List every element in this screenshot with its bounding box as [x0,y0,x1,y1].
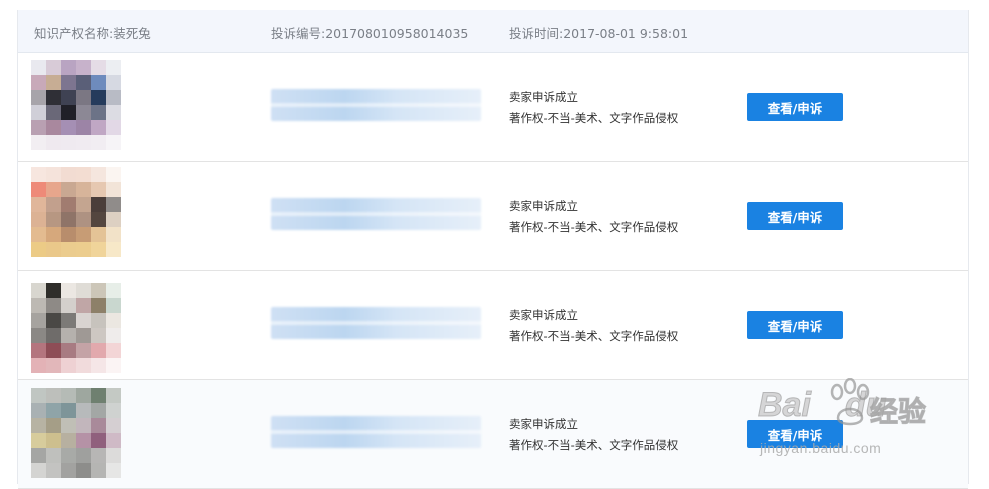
blurred-product-title [271,307,481,339]
complaint-number-label: 投诉编号:201708010958014035 [271,26,469,41]
blurred-product-title [271,416,481,448]
view-appeal-button[interactable]: 查看/申诉 [747,420,843,448]
product-thumbnail[interactable] [31,167,121,257]
complaint-time-label: 投诉时间:2017-08-01 9:58:01 [509,26,689,41]
view-appeal-button[interactable]: 查看/申诉 [747,93,843,121]
complaint-type: 著作权-不当-美术、文字作品侵权 [509,438,679,452]
table-row: 卖家申诉成立 著作权-不当-美术、文字作品侵权 查看/申诉 [18,162,968,271]
product-thumbnail[interactable] [31,60,121,150]
table-row: 卖家申诉成立 著作权-不当-美术、文字作品侵权 查看/申诉 [18,53,968,162]
ip-name-label: 知识产权名称:装死兔 [34,26,151,41]
complaint-status: 卖家申诉成立 [509,417,578,431]
complaint-type: 著作权-不当-美术、文字作品侵权 [509,329,679,343]
complaint-status: 卖家申诉成立 [509,199,578,213]
product-thumbnail[interactable] [31,283,121,373]
complaint-list-panel: 知识产权名称:装死兔 投诉编号:201708010958014035 投诉时间:… [17,10,969,489]
table-row: 卖家申诉成立 著作权-不当-美术、文字作品侵权 查看/申诉 [18,271,968,380]
blurred-product-title [271,89,481,121]
complaint-header: 知识产权名称:装死兔 投诉编号:201708010958014035 投诉时间:… [18,10,968,53]
view-appeal-button[interactable]: 查看/申诉 [747,311,843,339]
complaint-type: 著作权-不当-美术、文字作品侵权 [509,220,679,234]
view-appeal-button[interactable]: 查看/申诉 [747,202,843,230]
product-thumbnail[interactable] [31,388,121,478]
left-edge-shadow [0,80,18,440]
blurred-product-title [271,198,481,230]
complaint-status: 卖家申诉成立 [509,308,578,322]
table-row: 卖家申诉成立 著作权-不当-美术、文字作品侵权 查看/申诉 [18,380,968,489]
complaint-status: 卖家申诉成立 [509,90,578,104]
complaint-type: 著作权-不当-美术、文字作品侵权 [509,111,679,125]
